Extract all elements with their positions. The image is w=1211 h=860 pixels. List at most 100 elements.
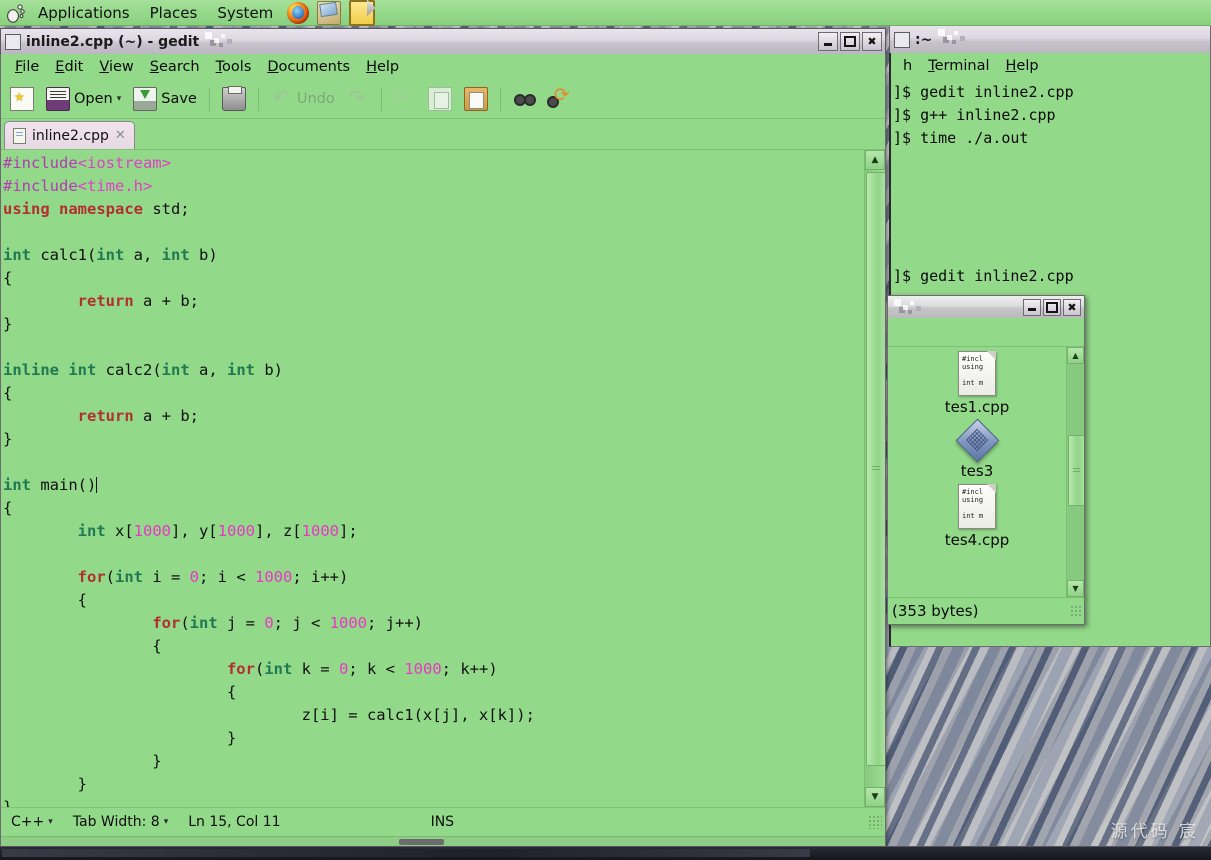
terminal-menubar[interactable]: h Terminal Help xyxy=(889,53,1211,79)
panel-menu-system[interactable]: System xyxy=(208,3,282,23)
file-list[interactable]: #incl using int m tes1.cpp tes3 #incl using… xyxy=(888,347,1066,597)
fm-minimize-button[interactable] xyxy=(1023,298,1041,316)
open-label: Open xyxy=(74,91,113,107)
code-token: j = xyxy=(217,614,265,632)
evolution-mail-icon[interactable] xyxy=(317,0,342,25)
new-document-button[interactable] xyxy=(5,84,39,114)
file-manager-icon-view[interactable]: #incl using int m tes1.cpp tes3 #incl using… xyxy=(888,347,1084,597)
code-line: int calc1(int a, int b) xyxy=(3,246,218,264)
text-editor-icon[interactable] xyxy=(349,0,376,26)
fm-scroll-up-icon[interactable]: ▲ xyxy=(1067,347,1084,364)
gedit-window[interactable]: inline2.cpp (~) - gedit ✖ File Edit View… xyxy=(0,28,886,849)
resize-grip[interactable] xyxy=(868,815,882,829)
toolbar-separator xyxy=(499,87,501,111)
code-editor[interactable]: #include<iostream> #include<time.h> usin… xyxy=(1,150,864,807)
text-cursor xyxy=(96,477,98,493)
terminal-titlebar[interactable]: :~ xyxy=(889,25,1211,53)
terminal-menu-help[interactable]: Help xyxy=(998,56,1047,76)
terminal-menu-search[interactable]: h xyxy=(895,56,920,76)
code-line: using namespace std; xyxy=(3,200,190,218)
menu-search[interactable]: Search xyxy=(142,57,208,77)
language-selector[interactable]: C++ ▾ xyxy=(1,814,63,830)
fm-close-button[interactable]: ✖ xyxy=(1063,298,1081,316)
menu-help[interactable]: Help xyxy=(358,57,407,77)
scroll-thumb[interactable] xyxy=(866,172,885,767)
chevron-down-icon[interactable]: ▾ xyxy=(48,817,53,827)
panel-menu-applications[interactable]: Applications xyxy=(29,3,139,23)
scroll-track[interactable] xyxy=(866,170,885,787)
file-manager-window[interactable]: ✖ #incl using int m tes1.cpp tes3 #incl usi… xyxy=(887,295,1085,625)
code-token: 1000 xyxy=(133,522,171,540)
editor-area[interactable]: #include<iostream> #include<time.h> usin… xyxy=(1,149,885,807)
menu-file[interactable]: File xyxy=(7,57,47,77)
copy-button[interactable] xyxy=(423,84,457,114)
insert-mode-indicator: INS xyxy=(430,814,455,830)
gnome-top-panel[interactable]: Applications Places System xyxy=(0,0,1211,26)
fm-titlebar-decoration xyxy=(888,296,1023,318)
code-line: return a + b; xyxy=(3,292,199,310)
gedit-window-buttons[interactable]: ✖ xyxy=(818,32,885,51)
terminal-menu-terminal[interactable]: Terminal xyxy=(920,56,997,76)
fm-window-buttons[interactable]: ✖ xyxy=(1023,298,1084,316)
file-item[interactable]: tes3 xyxy=(888,420,1066,480)
firefox-icon[interactable] xyxy=(287,1,310,24)
code-token: calc1( xyxy=(31,246,97,264)
file-label: tes3 xyxy=(960,462,994,480)
code-token: ], z[ xyxy=(254,522,302,540)
code-line: #include<time.h> xyxy=(3,177,152,195)
fm-resize-grip[interactable] xyxy=(1070,605,1082,617)
gedit-maximize-button[interactable] xyxy=(840,32,860,51)
editor-vertical-scrollbar[interactable]: ▲ ▼ xyxy=(864,150,885,807)
code-line: } xyxy=(3,775,87,793)
file-item[interactable]: #incl using int m tes4.cpp xyxy=(888,484,1066,549)
undo-button[interactable]: Undo xyxy=(266,85,340,113)
fm-scroll-down-icon[interactable]: ▼ xyxy=(1067,580,1084,597)
gedit-titlebar[interactable]: inline2.cpp (~) - gedit ✖ xyxy=(0,28,886,54)
menu-documents[interactable]: Documents xyxy=(259,57,358,77)
code-line: } xyxy=(3,729,236,747)
fm-scroll-thumb[interactable] xyxy=(1068,435,1084,507)
gedit-close-button[interactable]: ✖ xyxy=(862,32,882,51)
panel-menu-places[interactable]: Places xyxy=(141,3,207,23)
file-manager-toolbar[interactable] xyxy=(888,318,1084,347)
taskbar-strip[interactable] xyxy=(0,846,1211,860)
paste-button[interactable] xyxy=(459,84,493,114)
fm-scroll-track[interactable] xyxy=(1068,364,1084,580)
gedit-tabstrip[interactable]: inline2.cpp ✕ xyxy=(1,119,885,149)
gedit-minimize-button[interactable] xyxy=(818,32,838,51)
gedit-toolbar[interactable]: Open ▾ Save Undo xyxy=(1,80,885,119)
chevron-down-icon[interactable]: ▾ xyxy=(117,94,122,104)
close-icon[interactable]: ✕ xyxy=(115,128,126,143)
scroll-up-icon[interactable]: ▲ xyxy=(865,150,885,170)
code-token: 1000 xyxy=(404,660,442,678)
language-label: C++ xyxy=(11,814,45,830)
terminal-line: ]$ time ./a.out xyxy=(893,129,1029,147)
tab-inline2-cpp[interactable]: inline2.cpp ✕ xyxy=(4,121,135,149)
menu-tools[interactable]: Tools xyxy=(208,57,260,77)
redo-button[interactable] xyxy=(342,85,374,113)
fm-maximize-button[interactable] xyxy=(1043,298,1061,316)
fm-vertical-scrollbar[interactable]: ▲ ▼ xyxy=(1066,347,1084,597)
terminal-window-icon xyxy=(894,31,910,48)
file-item[interactable]: #incl using int m tes1.cpp xyxy=(888,351,1066,416)
file-manager-titlebar[interactable]: ✖ xyxy=(887,295,1085,318)
save-button[interactable]: Save xyxy=(128,84,202,114)
undo-label: Undo xyxy=(296,91,335,107)
print-button[interactable] xyxy=(217,84,251,114)
replace-button[interactable] xyxy=(542,84,574,113)
find-button[interactable] xyxy=(508,85,540,113)
cut-button[interactable] xyxy=(389,85,421,113)
code-line: { xyxy=(3,269,12,287)
menu-edit[interactable]: Edit xyxy=(47,57,91,77)
menu-view[interactable]: View xyxy=(91,57,141,77)
tab-width-selector[interactable]: Tab Width: 8 ▾ xyxy=(63,814,178,830)
code-token: int xyxy=(264,660,293,678)
scroll-down-icon[interactable]: ▼ xyxy=(865,787,885,807)
code-token: ; k++) xyxy=(441,660,498,678)
chevron-down-icon[interactable]: ▾ xyxy=(164,817,169,827)
open-button[interactable]: Open ▾ xyxy=(41,84,126,114)
gedit-statusbar: C++ ▾ Tab Width: 8 ▾ Ln 15, Col 11 INS xyxy=(1,807,885,836)
gedit-menubar[interactable]: File Edit View Search Tools Documents He… xyxy=(1,54,885,80)
